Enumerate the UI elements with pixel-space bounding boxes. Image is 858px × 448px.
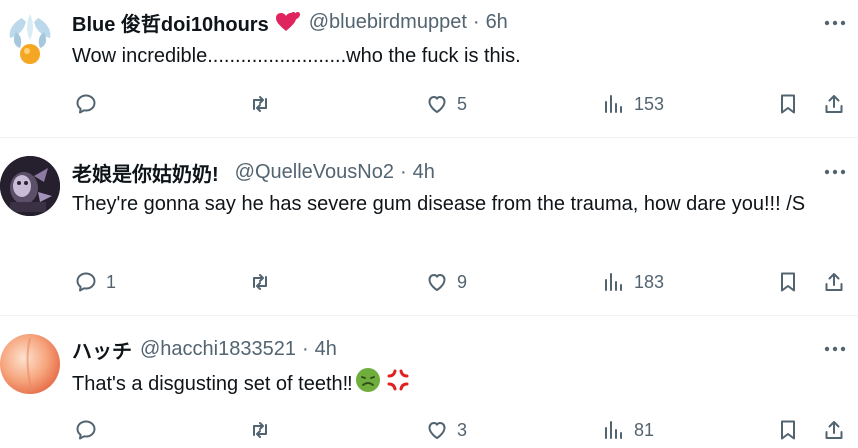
heart-icon <box>428 422 446 439</box>
avatar[interactable] <box>0 156 60 216</box>
reply-2[interactable]: 老娘是你姑奶奶! @QuelleVousNo2 · 4h They're gon… <box>0 138 858 315</box>
anger-symbol-icon <box>385 367 411 402</box>
timestamp[interactable]: 6h <box>486 11 508 34</box>
more-options-button[interactable] <box>824 161 846 183</box>
display-name[interactable]: 老娘是你姑奶奶! <box>72 158 219 187</box>
avatar-image <box>0 334 60 394</box>
reply-text: They're gonna say he has severe gum dise… <box>72 193 806 215</box>
separator-dot: · <box>472 10 480 33</box>
reply-button[interactable] <box>74 415 106 445</box>
avatar-image <box>9 14 51 64</box>
bookmark-button[interactable] <box>776 89 800 119</box>
like-button[interactable]: 5 <box>425 89 467 119</box>
handle[interactable]: @QuelleVousNo2 <box>235 161 394 184</box>
views-count: 153 <box>634 93 665 114</box>
reply-icon <box>76 420 96 440</box>
two-hearts-icon <box>275 11 301 33</box>
repost-icon <box>253 96 267 112</box>
handle[interactable]: @bluebirdmuppet <box>309 11 467 34</box>
more-icon <box>824 20 846 26</box>
bookmark-button[interactable] <box>776 415 800 445</box>
reply-text: Wow incredible.........................w… <box>72 45 521 67</box>
more-icon <box>824 346 846 352</box>
more-options-button[interactable] <box>824 12 846 34</box>
display-name[interactable]: Blue 俊哲doi10hours <box>72 8 269 37</box>
repost-button[interactable] <box>248 267 280 297</box>
share-button[interactable] <box>822 415 846 445</box>
reply-actions: 3 81 <box>72 415 858 445</box>
more-icon <box>824 169 846 175</box>
share-icon <box>825 95 843 113</box>
handle[interactable]: @hacchi1833521 <box>140 338 296 361</box>
nauseated-face-icon <box>355 367 381 402</box>
bookmark-button[interactable] <box>776 267 800 297</box>
avatar-image <box>0 156 60 216</box>
heart-icon <box>428 274 446 291</box>
bookmark-icon <box>781 420 795 440</box>
reply-3[interactable]: ハッチ @hacchi1833521 · 4h That's a disgust… <box>0 316 858 448</box>
repost-button[interactable] <box>248 415 280 445</box>
views-icon <box>605 95 622 113</box>
views-button[interactable]: 153 <box>602 89 664 119</box>
share-button[interactable] <box>822 267 846 297</box>
share-button[interactable] <box>822 89 846 119</box>
reply-text: That's a disgusting set of teeth‼ <box>72 372 353 395</box>
reply-header: ハッチ @hacchi1833521 · 4h <box>72 335 337 364</box>
reply-actions: 1 9 183 <box>72 267 858 297</box>
share-icon <box>825 273 843 291</box>
separator-dot: · <box>399 160 407 183</box>
more-options-button[interactable] <box>824 338 846 360</box>
bookmark-icon <box>781 272 795 292</box>
timestamp[interactable]: 4h <box>413 161 435 184</box>
repost-icon <box>253 422 267 438</box>
reply-actions: 5 153 <box>72 89 858 119</box>
views-count: 81 <box>634 419 655 440</box>
reply-icon <box>76 272 96 292</box>
views-count: 183 <box>634 271 665 292</box>
reply-1[interactable]: Blue 俊哲doi10hours @bluebirdmuppet · 6h W… <box>0 0 858 136</box>
views-button[interactable]: 183 <box>602 267 664 297</box>
reply-button[interactable] <box>74 89 106 119</box>
reply-header: Blue 俊哲doi10hours @bluebirdmuppet · 6h <box>72 8 508 37</box>
reply-text-row: That's a disgusting set of teeth‼ <box>72 367 832 402</box>
like-button[interactable]: 3 <box>425 415 467 445</box>
views-button[interactable]: 81 <box>602 415 654 445</box>
avatar[interactable] <box>0 334 60 394</box>
reply-count: 1 <box>106 271 117 292</box>
reply-button[interactable]: 1 <box>74 267 116 297</box>
like-count: 3 <box>457 419 468 440</box>
views-icon <box>605 273 622 291</box>
bookmark-icon <box>781 94 795 114</box>
repost-button[interactable] <box>248 89 280 119</box>
like-count: 9 <box>457 271 468 292</box>
repost-icon <box>253 274 267 290</box>
like-count: 5 <box>457 93 468 114</box>
display-name[interactable]: ハッチ <box>72 335 132 364</box>
avatar[interactable] <box>0 8 60 68</box>
share-icon <box>825 421 843 439</box>
heart-icon <box>428 96 446 113</box>
reply-icon <box>76 94 96 114</box>
views-icon <box>605 421 622 439</box>
timestamp[interactable]: 4h <box>315 338 337 361</box>
reply-header: 老娘是你姑奶奶! @QuelleVousNo2 · 4h <box>72 158 435 187</box>
like-button[interactable]: 9 <box>425 267 467 297</box>
separator-dot: · <box>301 337 309 360</box>
